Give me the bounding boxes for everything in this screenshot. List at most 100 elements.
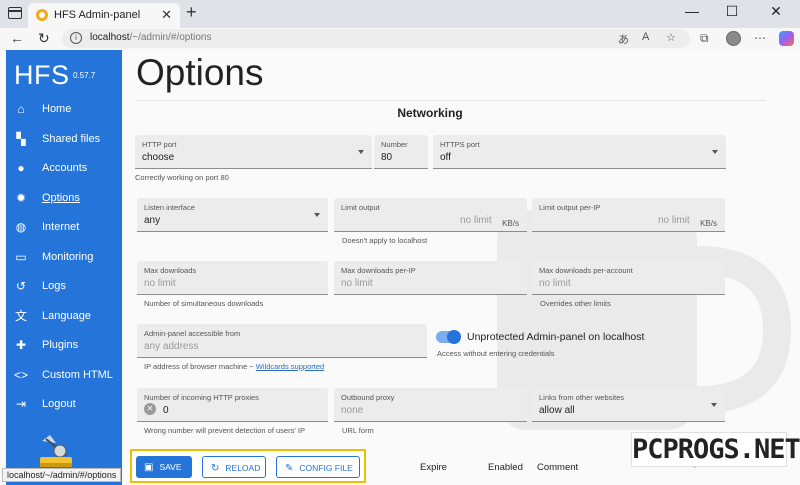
links-from-other-websites-select[interactable]: Links from other websites allow all <box>532 388 725 422</box>
field-label: Links from other websites <box>539 393 625 402</box>
field-label: Max downloads <box>144 266 197 275</box>
field-value: off <box>440 152 451 163</box>
site-info-icon[interactable]: i <box>70 32 82 44</box>
globe-icon: ◍ <box>15 220 27 234</box>
back-icon[interactable]: ← <box>10 30 24 46</box>
max-downloads-per-account-input[interactable]: Max downloads per-account no limit <box>532 261 725 295</box>
listen-interface-select[interactable]: Listen interface any <box>137 198 328 232</box>
field-label: HTTPS port <box>440 140 480 149</box>
field-label: HTTP port <box>142 140 177 149</box>
reload-button[interactable]: ↻ RELOAD <box>202 456 266 478</box>
sidebar-item-label: Shared files <box>42 133 101 145</box>
sidebar-item-shared-files[interactable]: ▚ Shared files <box>6 128 122 152</box>
profile-avatar[interactable] <box>726 31 741 46</box>
monitor-icon: ▭ <box>15 250 27 264</box>
field-label: Outbound proxy <box>341 393 395 402</box>
more-menu-icon[interactable]: ⋯ <box>754 31 766 45</box>
sidebar-item-language[interactable]: 文 Language <box>6 305 122 329</box>
translate-icon: 文 <box>14 309 27 323</box>
sidebar-item-label: Logs <box>42 280 66 292</box>
field-value: 80 <box>381 152 393 163</box>
extensions-icon[interactable]: ⧉ <box>700 31 709 46</box>
minimize-icon[interactable]: — <box>672 3 712 19</box>
hfs-favicon-icon <box>36 9 48 21</box>
port-number-input[interactable]: Number 80 <box>374 135 428 169</box>
http-proxies-input[interactable]: Number of incoming HTTP proxies ✕ 0 <box>137 388 328 422</box>
title-divider <box>136 100 766 101</box>
save-icon: ▣ <box>144 462 154 473</box>
tab-actions-icon[interactable] <box>8 7 22 19</box>
http-port-help: Correctly working on port 80 <box>135 173 229 182</box>
field-placeholder: no limit <box>539 278 571 289</box>
url-text[interactable]: localhost/~/admin/#/options <box>90 32 211 43</box>
field-label: Max downloads per-IP <box>341 266 416 275</box>
maximize-icon[interactable]: ☐ <box>712 3 752 20</box>
field-placeholder: no limit <box>144 278 176 289</box>
max-downloads-per-account-help: Overrides other limits <box>540 299 611 308</box>
sidebar-item-plugins[interactable]: ✚ Plugins <box>6 334 122 358</box>
field-unit: KB/s <box>502 219 519 228</box>
brand-logo: HFS <box>14 60 70 90</box>
save-button[interactable]: ▣ SAVE <box>136 456 192 478</box>
copilot-icon[interactable] <box>779 31 794 46</box>
window-close-icon[interactable]: ✕ <box>756 3 796 20</box>
read-aloud-icon[interactable]: A <box>642 31 649 43</box>
field-value: choose <box>142 152 175 163</box>
max-downloads-per-ip-input[interactable]: Max downloads per-IP no limit <box>334 261 527 295</box>
sidebar-item-custom-html[interactable]: <> Custom HTML <box>6 364 122 388</box>
address-bar-row: ← ↻ i localhost/~/admin/#/options あ A ☆ … <box>0 28 800 50</box>
section-title-networking: Networking <box>397 106 463 120</box>
sidebar-item-internet[interactable]: ◍ Internet <box>6 216 122 240</box>
hfs-mascot-logo <box>40 435 72 467</box>
edit-file-icon: ✎ <box>285 463 294 474</box>
config-file-button[interactable]: ✎ CONFIG FILE <box>276 456 360 478</box>
field-label: Limit output <box>341 203 380 212</box>
sidebar-item-logs[interactable]: ↺ Logs <box>6 275 122 299</box>
tree-icon: ▚ <box>16 132 26 146</box>
field-value: allow all <box>539 405 575 416</box>
sidebar-item-accounts[interactable]: ● Accounts <box>6 157 122 181</box>
https-port-select[interactable]: HTTPS port off <box>433 135 726 169</box>
dropdown-arrow-icon <box>712 150 718 154</box>
sidebar-item-monitoring[interactable]: ▭ Monitoring <box>6 246 122 270</box>
refresh-icon[interactable]: ↻ <box>38 30 50 47</box>
field-unit: KB/s <box>700 219 717 228</box>
sidebar: HFS 0.57.7 ⌂ Home ▚ Shared files ● Accou… <box>6 50 122 485</box>
field-label: Admin-panel accessible from <box>144 329 241 338</box>
toggle-knob <box>447 330 461 344</box>
field-label: Max downloads per-account <box>539 266 633 275</box>
outbound-proxy-input[interactable]: Outbound proxy none <box>334 388 527 422</box>
unprotected-admin-help: Access without entering credentials <box>437 349 555 358</box>
limit-output-input[interactable]: Limit output no limit KB/s <box>334 198 527 232</box>
sidebar-item-label: Options <box>42 192 80 204</box>
clear-icon[interactable]: ✕ <box>144 403 156 415</box>
field-value: any <box>144 215 161 226</box>
options-panel: Options Networking HTTP port choose Numb… <box>122 50 800 485</box>
max-downloads-input[interactable]: Max downloads no limit <box>137 261 328 295</box>
wildcards-link[interactable]: Wildcards supported <box>256 362 324 371</box>
sidebar-item-home[interactable]: ⌂ Home <box>6 98 122 122</box>
status-bar-url: localhost/~/admin/#/options <box>2 468 122 482</box>
new-tab-icon[interactable]: + <box>186 2 197 23</box>
sidebar-item-logout[interactable]: ⇥ Logout <box>6 393 122 417</box>
favorite-star-icon[interactable]: ☆ <box>666 31 676 44</box>
admin-access-input[interactable]: Admin-panel accessible from any address <box>137 324 427 358</box>
limit-output-help: Doesn't apply to localhost <box>342 236 428 245</box>
translate-page-icon[interactable]: あ <box>618 31 629 47</box>
limit-output-per-ip-input[interactable]: Limit output per-IP no limit KB/s <box>532 198 725 232</box>
sidebar-item-label: Language <box>42 310 91 322</box>
column-header-enabled: Enabled <box>488 462 523 473</box>
sidebar-item-options[interactable]: ✹ Options <box>6 187 122 211</box>
http-proxies-help: Wrong number will prevent detection of u… <box>144 426 305 435</box>
tab-close-icon[interactable]: ✕ <box>161 7 172 23</box>
max-downloads-help: Number of simultaneous downloads <box>144 299 264 308</box>
unprotected-admin-toggle[interactable] <box>436 330 461 344</box>
address-bar[interactable]: i localhost/~/admin/#/options あ A ☆ <box>62 29 690 48</box>
field-label: Limit output per-IP <box>539 203 601 212</box>
puzzle-icon: ✚ <box>15 338 27 352</box>
unprotected-admin-label: Unprotected Admin-panel on localhost <box>467 331 645 343</box>
browser-tab[interactable]: HFS Admin-panel ✕ <box>28 3 180 28</box>
sidebar-item-label: Custom HTML <box>42 369 113 381</box>
sidebar-item-label: Monitoring <box>42 251 94 263</box>
http-port-select[interactable]: HTTP port choose <box>135 135 372 169</box>
